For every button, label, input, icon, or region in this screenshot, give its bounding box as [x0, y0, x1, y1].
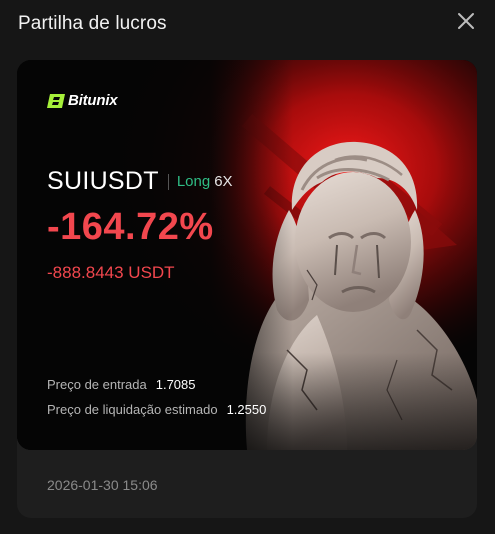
liquidation-price-value: 1.2550 — [226, 402, 267, 417]
close-icon — [458, 13, 474, 29]
bitunix-logo: Bitunix — [47, 92, 118, 109]
brand-name: Bitunix — [68, 92, 118, 109]
close-button[interactable] — [455, 10, 477, 32]
pnl-percent: -164.72% — [47, 206, 214, 248]
timestamp: 2026-01-30 15:06 — [47, 477, 158, 493]
divider — [167, 173, 169, 190]
pnl-amount: -888.8443 USDT — [47, 263, 175, 282]
bitunix-logo-icon — [47, 93, 65, 108]
liquidation-price-label: Preço de liquidação estimado — [47, 402, 218, 417]
position-side: Long — [176, 173, 211, 190]
trading-pair: SUIUSDT — [47, 167, 159, 195]
leverage: 6X — [214, 173, 233, 190]
liquidation-price-row: Preço de liquidação estimado 1.2550 — [47, 402, 266, 417]
share-card: Bitunix SUIUSDT Long 6X -164.72% -888.84… — [17, 60, 477, 450]
entry-price-label: Preço de entrada — [47, 377, 147, 392]
position-header: SUIUSDT Long 6X — [47, 167, 233, 196]
entry-price-value: 1.7085 — [155, 377, 196, 392]
share-profit-dialog: Partilha de lucros Bitunix SUIUSDT Long … — [0, 0, 495, 534]
dialog-title: Partilha de lucros — [18, 13, 167, 34]
entry-price-row: Preço de entrada 1.7085 — [47, 377, 196, 392]
